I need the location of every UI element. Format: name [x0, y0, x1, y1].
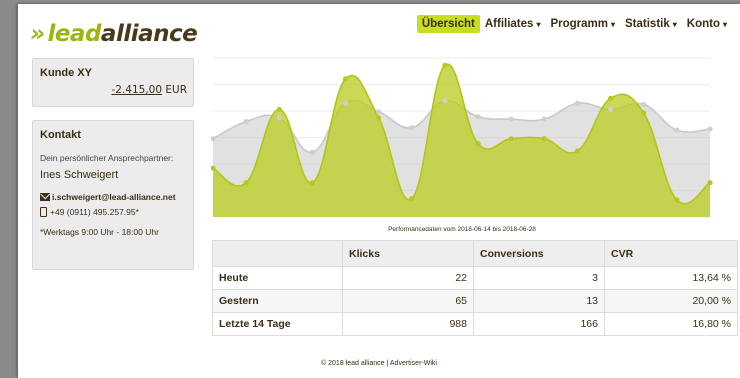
- logo-alliance: alliance: [100, 21, 198, 47]
- data-point-klicks[interactable]: [442, 98, 448, 104]
- table-row: Heute 22 3 13,64 %: [212, 266, 738, 290]
- nav-affiliates[interactable]: Affiliates ▾: [480, 15, 546, 33]
- contact-box: Kontakt Dein persönlicher Ansprechpartne…: [32, 120, 194, 270]
- cell-conversions: 3: [473, 266, 605, 290]
- cell-klicks: 65: [342, 289, 474, 313]
- logo-chevron: »: [30, 21, 45, 47]
- stats-table: Klicks Conversions CVR Heute 22 3 13,64 …: [212, 240, 738, 336]
- data-point-conversions[interactable]: [243, 180, 249, 186]
- chart-caption: Performancedaten vom 2018-06-14 bis 2018…: [388, 226, 536, 233]
- email-text[interactable]: i.schweigert@lead-alliance.net: [52, 192, 176, 202]
- data-point-conversions[interactable]: [376, 115, 382, 121]
- cell-klicks: 988: [342, 312, 474, 336]
- cell-cvr: 20,00 %: [604, 289, 738, 313]
- col-header-cvr: CVR: [604, 240, 738, 267]
- contact-hours: *Werktags 9:00 Uhr - 18:00 Uhr: [40, 227, 159, 237]
- customer-title: Kunde XY: [40, 67, 92, 79]
- balance-currency: EUR: [165, 84, 187, 96]
- data-point-conversions[interactable]: [409, 196, 415, 202]
- nav-uebersicht[interactable]: Übersicht: [416, 15, 480, 33]
- data-point-conversions[interactable]: [608, 95, 614, 101]
- chevron-down-icon: ▾: [672, 20, 677, 29]
- col-header-klicks: Klicks: [342, 240, 474, 267]
- data-point-klicks[interactable]: [674, 127, 680, 133]
- balance-value[interactable]: -2.415,00: [111, 84, 162, 96]
- data-point-klicks[interactable]: [608, 106, 614, 112]
- series-area-conversions: [213, 64, 710, 217]
- data-point-conversions[interactable]: [508, 136, 514, 142]
- data-point-conversions[interactable]: [276, 106, 282, 112]
- chevron-down-icon: ▾: [536, 20, 541, 29]
- page: » leadalliance Übersicht Affiliates ▾ Prog…: [18, 4, 740, 378]
- contact-subtitle: Dein persönlicher Ansprechpartner:: [40, 153, 174, 163]
- page-footer: © 2018 lead alliance | Advertiser-Wiki: [321, 360, 437, 367]
- data-point-klicks[interactable]: [707, 126, 713, 132]
- data-point-conversions[interactable]: [674, 197, 680, 203]
- nav-label: Konto: [686, 18, 720, 30]
- data-point-klicks[interactable]: [309, 149, 315, 155]
- row-label: Heute: [212, 266, 343, 290]
- main-nav: Übersicht Affiliates ▾ Programm ▾ Statisti…: [416, 15, 732, 33]
- contact-name: Ines Schweigert: [40, 169, 119, 181]
- performance-chart: [211, 57, 713, 218]
- contact-title: Kontakt: [40, 129, 81, 141]
- brand-logo[interactable]: » leadalliance: [30, 21, 198, 47]
- customer-box: Kunde XY -2.415,00 EUR: [32, 58, 194, 107]
- data-point-conversions[interactable]: [707, 180, 713, 186]
- data-point-conversions[interactable]: [641, 110, 647, 116]
- data-point-klicks[interactable]: [641, 101, 647, 108]
- data-point-conversions[interactable]: [309, 180, 315, 186]
- table-row: Gestern 65 13 20,00 %: [212, 289, 738, 313]
- nav-label: Übersicht: [421, 18, 475, 30]
- phone-icon: [40, 207, 47, 217]
- cell-cvr: 13,64 %: [604, 266, 738, 290]
- data-point-klicks[interactable]: [243, 119, 249, 125]
- cell-conversions: 166: [473, 312, 605, 336]
- logo-lead: lead: [47, 21, 101, 47]
- phone-text: +49 (0911) 495.257.95*: [50, 207, 139, 217]
- data-point-klicks[interactable]: [475, 114, 481, 120]
- table-row: Letzte 14 Tage 988 166 16,80 %: [212, 312, 738, 336]
- col-header-conversions: Conversions: [473, 240, 605, 267]
- nav-programm[interactable]: Programm ▾: [545, 15, 620, 33]
- contact-phone: +49 (0911) 495.257.95*: [40, 207, 139, 217]
- nav-label: Statistik: [625, 18, 670, 30]
- cell-conversions: 13: [473, 289, 605, 313]
- data-point-klicks[interactable]: [276, 115, 282, 121]
- data-point-conversions[interactable]: [475, 141, 481, 147]
- data-point-klicks[interactable]: [376, 109, 382, 115]
- row-label: Letzte 14 Tage: [212, 312, 343, 336]
- contact-email[interactable]: i.schweigert@lead-alliance.net: [40, 192, 176, 202]
- data-point-klicks[interactable]: [409, 125, 415, 131]
- nav-konto[interactable]: Konto ▾: [682, 15, 732, 33]
- nav-label: Programm: [550, 18, 608, 30]
- chevron-down-icon: ▾: [610, 20, 615, 29]
- data-point-klicks[interactable]: [541, 116, 547, 122]
- cell-klicks: 22: [342, 266, 474, 290]
- data-point-conversions[interactable]: [442, 62, 448, 68]
- data-point-klicks[interactable]: [508, 116, 514, 122]
- data-point-conversions[interactable]: [541, 136, 547, 142]
- chevron-down-icon: ▾: [722, 20, 727, 29]
- envelope-icon: [40, 193, 50, 201]
- nav-label: Affiliates: [484, 18, 534, 30]
- customer-balance: -2.415,00 EUR: [111, 84, 187, 96]
- data-point-klicks[interactable]: [574, 100, 581, 106]
- nav-statistik[interactable]: Statistik ▾: [620, 15, 682, 33]
- data-point-conversions[interactable]: [574, 148, 581, 154]
- data-point-conversions[interactable]: [342, 76, 349, 82]
- col-header-label: [212, 240, 343, 267]
- data-point-klicks[interactable]: [342, 100, 349, 106]
- row-label: Gestern: [212, 289, 343, 313]
- cell-cvr: 16,80 %: [604, 312, 738, 336]
- table-header-row: Klicks Conversions CVR: [212, 240, 738, 267]
